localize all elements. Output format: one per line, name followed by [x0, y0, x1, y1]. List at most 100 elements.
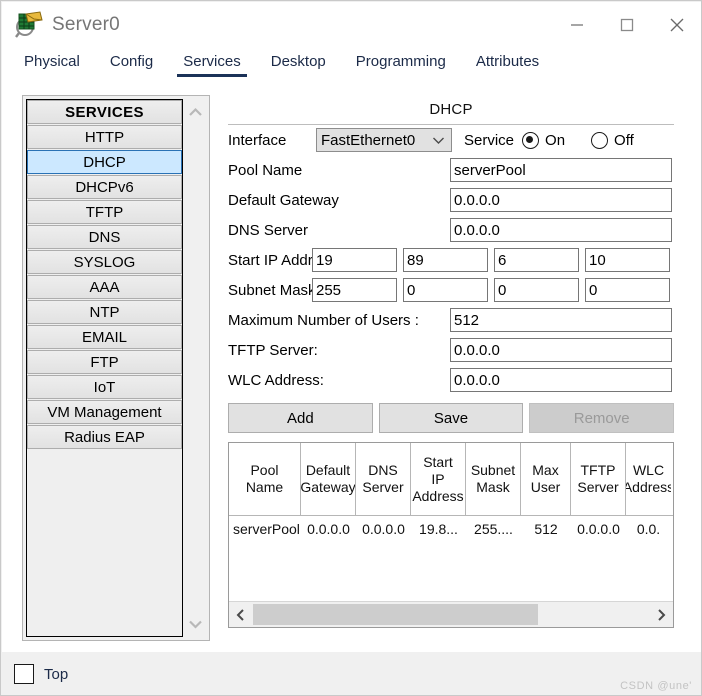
tab-desktop[interactable]: Desktop — [269, 47, 328, 77]
pool-name-label: Pool Name — [228, 161, 303, 179]
sidebar-item-label: SYSLOG — [73, 253, 136, 271]
max-users-input[interactable]: 512 — [450, 308, 672, 332]
window-controls — [552, 2, 701, 47]
table-header-dns-server[interactable]: DNS Server — [356, 443, 411, 515]
start-ip-label: Start IP Addr — [228, 251, 312, 269]
tab-config[interactable]: Config — [108, 47, 155, 77]
sidebar-header-label: SERVICES — [65, 103, 144, 121]
start-ip-octet-2[interactable]: 89 — [403, 248, 488, 272]
subnet-mask-octet-4[interactable]: 0 — [585, 278, 670, 302]
sidebar-item-label: DHCP — [83, 153, 126, 171]
table-header-max-user[interactable]: Max User — [521, 443, 571, 515]
top-checkbox[interactable] — [14, 664, 34, 684]
tftp-server-input[interactable]: 0.0.0.0 — [450, 338, 672, 362]
table-row[interactable]: serverPool 0.0.0.0 0.0.0.0 19.8... 255.... 51… — [229, 516, 673, 542]
sidebar-item-dns[interactable]: DNS — [27, 225, 182, 249]
server-magnifier-icon — [14, 10, 44, 40]
button-label: Save — [433, 409, 469, 427]
table-header-wlc-address[interactable]: WLCAddress — [626, 443, 671, 515]
chevron-up-icon[interactable] — [184, 101, 207, 123]
sidebar-item-label: EMAIL — [81, 328, 127, 346]
maximize-button[interactable] — [602, 2, 652, 47]
tab-services[interactable]: Services — [177, 47, 247, 77]
tab-physical[interactable]: Physical — [22, 47, 82, 77]
table-header-row: Pool Name Default Gateway DNS Server Start IP Ad… — [229, 443, 673, 516]
sidebar-item-dhcp[interactable]: DHCP — [27, 150, 182, 174]
watermark: CSDN @une' — [620, 680, 692, 692]
dns-server-label: DNS Server — [228, 221, 309, 239]
top-checkbox-label: Top — [44, 665, 69, 683]
table-header-tftp-server[interactable]: TFTP Server — [571, 443, 626, 515]
sidebar-item-dhcpv6[interactable]: DHCPv6 — [27, 175, 182, 199]
table-header-line: TFTP — [580, 462, 616, 478]
service-on-radio[interactable] — [522, 131, 540, 149]
chevron-down-icon[interactable] — [184, 613, 207, 635]
sidebar-item-vm-management[interactable]: VM Management — [27, 400, 182, 424]
sidebar-item-ftp[interactable]: FTP — [27, 350, 182, 374]
chevron-left-icon[interactable] — [229, 602, 253, 627]
start-ip-octet-4[interactable]: 10 — [585, 248, 670, 272]
subnet-mask-octet-1[interactable]: 255 — [312, 278, 397, 302]
tab-label: Desktop — [270, 53, 326, 70]
table-cell: 512 — [534, 521, 558, 537]
service-off-radio[interactable] — [591, 131, 609, 149]
start-ip-octet-1[interactable]: 19 — [312, 248, 397, 272]
interface-select[interactable]: FastEthernet0 — [316, 128, 452, 152]
sidebar-item-email[interactable]: EMAIL — [27, 325, 182, 349]
tab-label: Physical — [24, 53, 80, 70]
services-list: SERVICES HTTP DHCP DHCPv6 TFTP DNS SYSLOG AAA NT… — [26, 99, 183, 637]
sidebar-item-iot[interactable]: IoT — [27, 375, 182, 399]
tab-programming[interactable]: Programming — [354, 47, 448, 77]
service-radio-group: Service On Off — [464, 131, 634, 149]
sidebar-item-syslog[interactable]: SYSLOG — [27, 250, 182, 274]
scroll-thumb[interactable] — [253, 604, 539, 625]
start-ip-octet-3[interactable]: 6 — [494, 248, 579, 272]
table-header-line: DNS — [368, 462, 398, 478]
table-horizontal-scrollbar[interactable] — [229, 601, 673, 627]
add-button[interactable]: Add — [228, 403, 373, 433]
interface-row: Interface FastEthernet0 Service On Off — [228, 125, 674, 155]
tab-attributes[interactable]: Attributes — [474, 47, 541, 77]
subnet-mask-octet-3[interactable]: 0 — [494, 278, 579, 302]
sidebar-item-tftp[interactable]: TFTP — [27, 200, 182, 224]
scroll-track[interactable] — [253, 602, 649, 627]
minimize-button[interactable] — [552, 2, 602, 47]
sidebar-item-http[interactable]: HTTP — [27, 125, 182, 149]
close-button[interactable] — [652, 2, 701, 47]
table-cell: 0.0. — [636, 521, 661, 537]
table-header-start-ip-address[interactable]: Start IP Address — [411, 443, 466, 515]
sidebar-item-aaa[interactable]: AAA — [27, 275, 182, 299]
table-header-pool-name[interactable]: Pool Name — [229, 443, 301, 515]
tab-label: Services — [183, 53, 241, 70]
table-header-line: WLC — [632, 462, 665, 478]
pool-name-input[interactable]: serverPool — [450, 158, 672, 182]
table-header-line: Address — [412, 487, 464, 504]
button-label: Remove — [573, 409, 630, 427]
table-header-line: Default — [305, 462, 351, 478]
subnet-mask-octet-2[interactable]: 0 — [403, 278, 488, 302]
default-gateway-input[interactable]: 0.0.0.0 — [450, 188, 672, 212]
tab-label: Config — [109, 53, 154, 70]
table-header-subnet-mask[interactable]: Subnet Mask — [466, 443, 521, 515]
subnet-mask-octets: 255 0 0 0 — [312, 278, 670, 302]
pool-name-row: Pool Name serverPool — [228, 155, 674, 185]
dns-server-input[interactable]: 0.0.0.0 — [450, 218, 672, 242]
dhcp-form: Interface FastEthernet0 Service On Off P… — [220, 125, 682, 395]
save-button[interactable]: Save — [378, 403, 524, 433]
table-header-line: IP — [431, 470, 445, 487]
sidebar-item-radius-eap[interactable]: Radius EAP — [27, 425, 182, 449]
sidebar-item-ntp[interactable]: NTP — [27, 300, 182, 324]
packet-tracer-device-window: Server0 Physical Config Services Desktop Pro… — [0, 0, 702, 696]
wlc-address-label: WLC Address: — [228, 371, 324, 389]
sidebar-scrollbar[interactable] — [184, 99, 207, 637]
window-title: Server0 — [52, 13, 120, 35]
wlc-address-input[interactable]: 0.0.0.0 — [450, 368, 672, 392]
table-header-line: Server — [362, 479, 404, 495]
table-header-default-gateway[interactable]: Default Gateway — [301, 443, 356, 515]
chevron-right-icon[interactable] — [649, 602, 673, 627]
tab-label: Programming — [355, 53, 446, 70]
sidebar-item-label: DHCPv6 — [75, 178, 134, 196]
services-sidebar: SERVICES HTTP DHCP DHCPv6 TFTP DNS SYSLOG AAA NT… — [22, 95, 210, 641]
page-body: SERVICES HTTP DHCP DHCPv6 TFTP DNS SYSLOG AAA NT… — [2, 87, 701, 652]
dhcp-panel: DHCP Interface FastEthernet0 Service On … — [220, 95, 682, 641]
